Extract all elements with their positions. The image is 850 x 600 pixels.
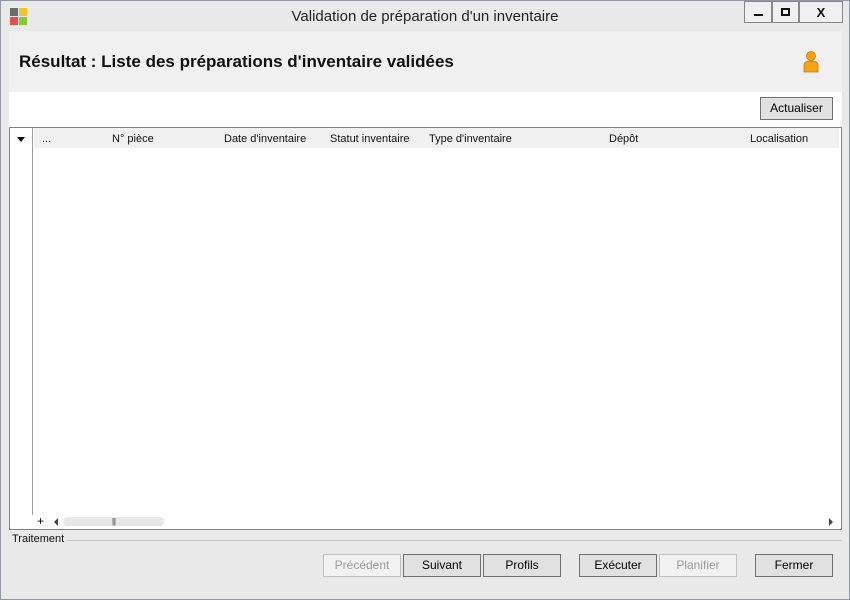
column-header-inventory-date[interactable]: Date d'inventaire [224,133,306,145]
processing-section: Traitement Précédent Suivant Profils Exé… [9,530,842,593]
minimize-button[interactable] [744,1,772,23]
title-bar[interactable]: Validation de préparation d'un inventair… [1,1,849,31]
scroll-left-icon[interactable] [54,518,58,526]
column-header-location[interactable]: Localisation [750,133,808,145]
profiles-button-label: Profils [505,558,539,572]
schedule-button[interactable]: Planifier [659,554,737,577]
close-button[interactable]: Fermer [755,554,833,577]
close-button-label: Fermer [774,558,814,572]
column-header-inventory-type[interactable]: Type d'inventaire [429,133,512,145]
add-row-icon[interactable]: + [37,514,44,528]
maximize-icon [781,8,790,16]
previous-button[interactable]: Précédent [323,554,401,577]
scroll-right-icon[interactable] [829,518,833,526]
close-icon: X [816,4,826,20]
user-icon[interactable] [802,51,820,73]
horizontal-scrollbar[interactable]: + ||| [10,514,841,529]
section-divider [66,540,842,541]
next-button[interactable]: Suivant [403,554,481,577]
dialog-content: Résultat : Liste des préparations d'inve… [9,31,842,593]
app-window: Validation de préparation d'un inventair… [0,0,850,600]
maximize-button[interactable] [772,1,799,23]
previous-button-label: Précédent [334,558,390,572]
scroll-grip-icon: ||| [111,517,116,526]
execute-button-label: Exécuter [594,558,642,572]
column-header-piece-number[interactable]: N° pièce [112,133,154,145]
result-header: Résultat : Liste des préparations d'inve… [9,31,842,92]
profiles-button[interactable]: Profils [483,554,561,577]
grid-menu-dropdown-icon[interactable] [17,137,25,142]
results-grid[interactable]: ... N° pièce Date d'inventaire Statut in… [9,127,842,530]
section-label: Traitement [12,533,65,545]
execute-button[interactable]: Exécuter [579,554,657,577]
schedule-button-label: Planifier [676,558,720,572]
next-button-label: Suivant [421,558,463,572]
refresh-button-label: Actualiser [770,101,823,115]
grid-row-selector [10,128,33,529]
refresh-button[interactable]: Actualiser [760,97,833,120]
column-header-inventory-status[interactable]: Statut inventaire [330,133,410,145]
minimize-icon [753,14,763,16]
scroll-thumb[interactable]: ||| [63,517,164,526]
page-title: Résultat : Liste des préparations d'inve… [19,52,454,71]
column-header-depot[interactable]: Dépôt [609,133,638,145]
window-title: Validation de préparation d'un inventair… [291,8,559,25]
close-window-button[interactable]: X [799,1,843,23]
grid-column-header: ... N° pièce Date d'inventaire Statut in… [34,128,839,148]
column-header-more[interactable]: ... [42,133,51,145]
